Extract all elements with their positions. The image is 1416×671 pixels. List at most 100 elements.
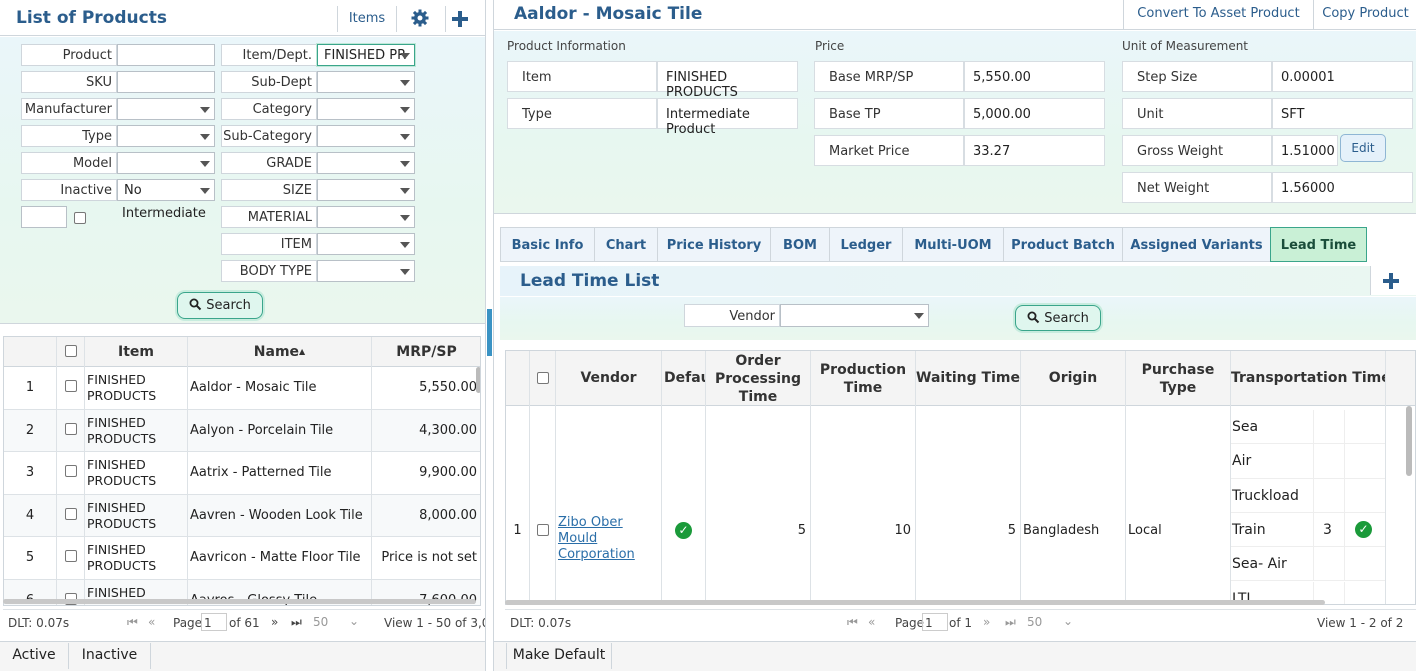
lead-select-all-checkbox[interactable] [537,372,549,384]
sku-input[interactable] [117,71,215,93]
lead-header-purchase[interactable]: Purchase Type [1126,351,1231,406]
model-select[interactable] [117,152,215,174]
tab-multi-uom[interactable]: Multi-UOM [902,227,1003,262]
lead-header-default[interactable]: Defau [662,351,706,406]
tab-product-batch[interactable]: Product Batch [1003,227,1122,262]
transport-mode-row: Sea- Air [1231,547,1385,582]
sub-category-select[interactable] [317,125,415,147]
tab-ledger[interactable]: Ledger [829,227,902,262]
transport-mode-label: Sea [1232,419,1259,435]
rows-per-page-select[interactable]: 50 ⌄ [311,613,361,631]
chevron-down-icon [200,107,210,113]
panel-splitter[interactable] [487,309,492,356]
active-tab[interactable]: Active [0,643,69,669]
lead-header-transport[interactable]: Transportation Time [1231,351,1386,406]
item-dept-select[interactable]: FINISHED PR [317,44,415,66]
header-item[interactable]: Item [85,337,188,367]
add-lead-time-button[interactable] [1370,266,1416,295]
inactive-tab[interactable]: Inactive [69,643,151,669]
vendor-link-2[interactable]: Corporation [558,547,661,563]
row-name: Aavren - Wooden Look Tile [188,494,372,537]
lead-row-checkbox[interactable] [537,524,549,536]
sub-dept-select[interactable] [317,71,415,93]
material-select[interactable] [317,206,415,228]
gross-weight-label: Gross Weight [1122,135,1272,166]
lead-header-origin[interactable]: Origin [1021,351,1126,406]
row-checkbox[interactable] [65,550,77,562]
price-section-label: Price [815,39,845,53]
row-checkbox[interactable] [65,422,77,435]
row-checkbox[interactable] [65,465,77,477]
vendor-link-1[interactable]: Zibo Ober Mould [558,515,661,547]
size-select[interactable] [317,179,415,201]
table-row[interactable]: 2 FINISHED PRODUCTS Aalyon - Porcelain Ti… [4,409,480,452]
lead-table-row[interactable]: 1 Zibo Ober Mould Corporation ✓ 5 10 5 Ba… [506,406,1386,604]
row-select [57,452,85,495]
row-checkbox[interactable] [65,507,77,520]
first-page-icon[interactable]: ⏮ [127,615,138,630]
lead-grid-hscrollbar[interactable] [505,600,1325,605]
header-select [57,337,85,367]
type-select[interactable] [117,125,215,147]
transport-mode-row: Truckload [1231,478,1385,513]
table-row[interactable]: 5 FINISHED PRODUCTS Aavricon - Matte Floo… [4,537,480,580]
lead-rows-select[interactable]: 50 ⌄ [1025,613,1075,631]
inactive-select[interactable]: No [117,179,215,201]
search-button[interactable]: Search [177,292,263,319]
row-price: Price is not set [372,537,480,580]
tab-bom[interactable]: BOM [770,227,829,262]
prev-page-icon[interactable]: « [148,615,155,629]
copy-product-button[interactable]: Copy Product [1313,0,1416,29]
header-mrp[interactable]: MRP/SP [372,337,480,367]
product-input[interactable] [117,44,215,66]
sku-label: SKU [21,71,117,93]
last-page-icon[interactable]: ⏭ [1005,615,1016,630]
table-row[interactable]: 1 FINISHED PRODUCTS Aaldor - Mosaic Tile … [4,367,480,410]
tab-assigned-variants[interactable]: Assigned Variants [1122,227,1270,262]
sub-category-label: Sub-Category [221,125,317,147]
lead-header-order-processing[interactable]: Order Processing Time [706,351,811,406]
edit-weight-button[interactable]: Edit [1340,134,1386,162]
table-row[interactable]: 3 FINISHED PRODUCTS Aatrix - Patterned Ti… [4,452,480,495]
step-size-value: 0.00001 [1272,61,1413,92]
lead-page-input[interactable]: 1 [922,613,948,631]
category-select[interactable] [317,98,415,120]
prev-page-icon[interactable]: « [868,615,875,629]
make-default-button[interactable]: Make Default [506,643,612,669]
lead-row-vendor[interactable]: Zibo Ober Mould Corporation [556,406,662,604]
table-hscrollbar[interactable] [3,599,476,604]
gear-icon[interactable] [410,8,430,28]
table-row[interactable]: 4 FINISHED PRODUCTS Aavren - Wooden Look … [4,494,480,537]
item-select[interactable] [317,233,415,255]
transport-divider [1344,444,1345,479]
tab-basic-info[interactable]: Basic Info [500,227,594,262]
tab-price-history[interactable]: Price History [657,227,770,262]
lead-header-vendor[interactable]: Vendor [556,351,662,406]
tab-lead-time[interactable]: Lead Time [1270,227,1367,262]
header-name[interactable]: Name▲ [188,337,372,367]
lead-header-production[interactable]: Production Time [811,351,916,406]
convert-asset-button[interactable]: Convert To Asset Product [1123,0,1313,29]
plus-icon [1383,273,1399,289]
next-page-icon[interactable]: » [271,615,278,629]
page-input[interactable]: 1 [201,613,227,631]
items-link[interactable]: Items [337,6,397,32]
product-detail-panel: Aaldor - Mosaic Tile Convert To Asset Pr… [493,0,1416,671]
last-page-icon[interactable]: ⏭ [291,615,302,630]
table-scrollbar[interactable] [476,367,480,393]
first-page-icon[interactable]: ⏮ [847,615,858,630]
lead-search-button[interactable]: Search [1015,305,1101,331]
next-page-icon[interactable]: » [983,615,990,629]
lead-header-waiting[interactable]: Waiting Time [916,351,1021,406]
body-type-select[interactable] [317,260,415,282]
vendor-filter-select[interactable] [780,304,929,327]
intermediate-checkbox[interactable] [74,212,86,224]
row-checkbox[interactable] [65,380,77,392]
lead-grid-scrollbar[interactable] [1406,406,1412,476]
tab-chart[interactable]: Chart [594,227,657,262]
lead-header-prod-1: Production [819,362,907,378]
add-product-button[interactable] [445,6,475,32]
manufacturer-select[interactable] [117,98,215,120]
select-all-checkbox[interactable] [65,345,77,357]
grade-select[interactable] [317,152,415,174]
